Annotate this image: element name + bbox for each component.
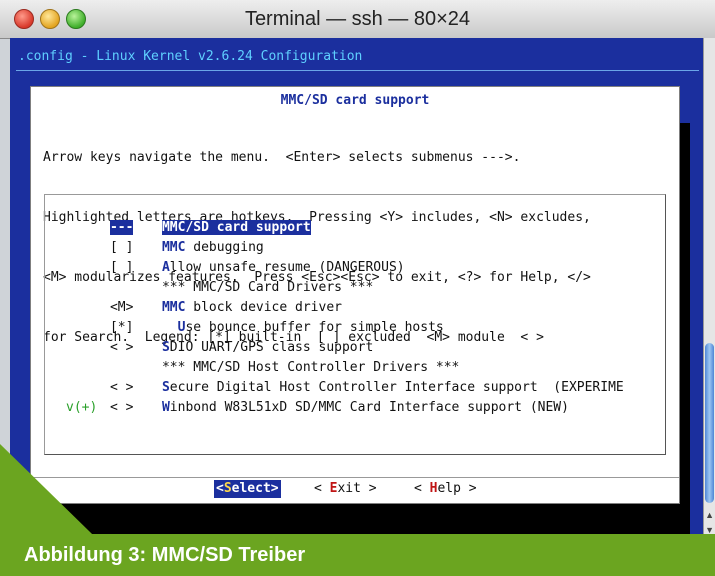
- exit-label: xit: [337, 481, 361, 496]
- menu-item-label: inbond W83L51xD SD/MMC Card Interface su…: [169, 400, 569, 415]
- help-close: >: [460, 481, 477, 496]
- menu-item-mmc-debugging[interactable]: [ ] MMC debugging: [63, 218, 264, 255]
- menu-item-winbond[interactable]: < > Winbond W83L51xD SD/MMC Card Interfac…: [63, 378, 569, 415]
- config-title: .config - Linux Kernel v2.6.24 Configura…: [18, 49, 363, 64]
- help-line: Arrow keys navigate the menu. <Enter> se…: [43, 150, 521, 165]
- menu-item-bounce-buffer[interactable]: [*] Use bounce buffer for simple hosts: [63, 298, 444, 335]
- title-rule: [16, 70, 699, 71]
- exit-close: >: [360, 481, 377, 496]
- select-label: elect: [231, 481, 271, 496]
- menu-item-host-drivers-heading: *** MMC/SD Host Controller Drivers ***: [63, 338, 459, 375]
- window-title: Terminal — ssh — 80×24: [244, 8, 471, 30]
- window-titlebar: Terminal — ssh — 80×24: [0, 0, 715, 39]
- menu-item-allow-unsafe-resume[interactable]: [ ] Allow unsafe resume (DANGEROUS): [63, 238, 405, 275]
- menu-item-card-drivers-heading: *** MMC/SD Card Drivers ***: [63, 258, 373, 295]
- caption-bar: Abbildung 3: MMC/SD Treiber: [0, 534, 715, 576]
- select-hotkey: S: [223, 481, 232, 496]
- menu-item-sdio-uart[interactable]: < > SDIO UART/GPS class support: [63, 318, 373, 355]
- menu-item-sdhci[interactable]: < > Secure Digital Host Controller Interf…: [63, 358, 624, 395]
- help-button[interactable]: < Help >: [414, 480, 477, 498]
- scroll-up-arrow-icon[interactable]: ▲: [705, 510, 714, 520]
- menu-item-hotkey: W: [161, 400, 170, 415]
- menuconfig-dialog: MMC/SD card support Arrow keys navigate …: [30, 86, 680, 504]
- more-indicator: v(+): [66, 400, 98, 415]
- select-button[interactable]: <Select>: [214, 480, 281, 498]
- scrollbar-thumb[interactable]: [705, 343, 714, 503]
- menu-item-mmc-sd-card-support[interactable]: --- MMC/SD card support: [63, 198, 311, 235]
- menu-item-flag: < >: [109, 400, 134, 415]
- figure-caption: Abbildung 3: MMC/SD Treiber: [24, 544, 306, 566]
- exit-button[interactable]: < Exit >: [314, 480, 377, 498]
- help-open: <: [414, 481, 430, 496]
- vertical-scrollbar[interactable]: ▲ ▼: [703, 38, 715, 535]
- select-open: <: [216, 481, 224, 496]
- menu-item-mmc-block-driver[interactable]: <M> MMC block device driver: [63, 278, 342, 315]
- select-close: >: [270, 481, 279, 496]
- help-label: elp: [437, 481, 461, 496]
- exit-open: <: [314, 481, 330, 496]
